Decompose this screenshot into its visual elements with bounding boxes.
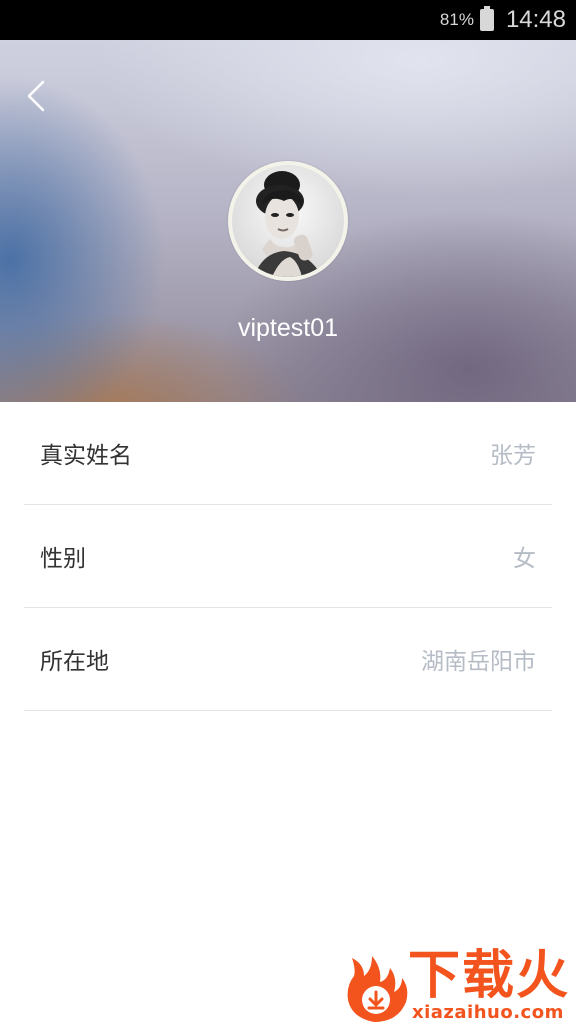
row-value: 湖南岳阳市 [421,649,536,675]
clock: 14:48 [505,6,566,33]
profile-info-list: 真实姓名 张芳 性别 女 所在地 湖南岳阳市 [24,402,552,711]
row-label: 真实姓名 [40,443,132,469]
row-value: 张芳 [490,443,536,469]
row-label: 性别 [40,546,86,572]
battery-percentage: 81% [439,10,474,29]
watermark: 下载火 xiazaihuo.com [338,944,576,1024]
flame-logo-icon [347,956,408,1022]
watermark-url: xiazaihuo.com [412,1002,564,1023]
row-location[interactable]: 所在地 湖南岳阳市 [24,608,552,711]
profile-header: viptest01 [0,40,576,402]
status-bar: 81% 14:48 [0,0,576,40]
watermark-title: 下载火 [408,946,571,1006]
portrait-photo [232,165,344,277]
chevron-left-icon [27,80,45,112]
back-button[interactable] [14,74,58,118]
row-label: 所在地 [40,649,109,675]
avatar[interactable] [228,161,348,281]
row-value: 女 [513,546,536,572]
row-real-name[interactable]: 真实姓名 张芳 [24,402,552,505]
username: viptest01 [237,314,339,342]
battery-icon [479,6,494,31]
row-gender[interactable]: 性别 女 [24,505,552,608]
